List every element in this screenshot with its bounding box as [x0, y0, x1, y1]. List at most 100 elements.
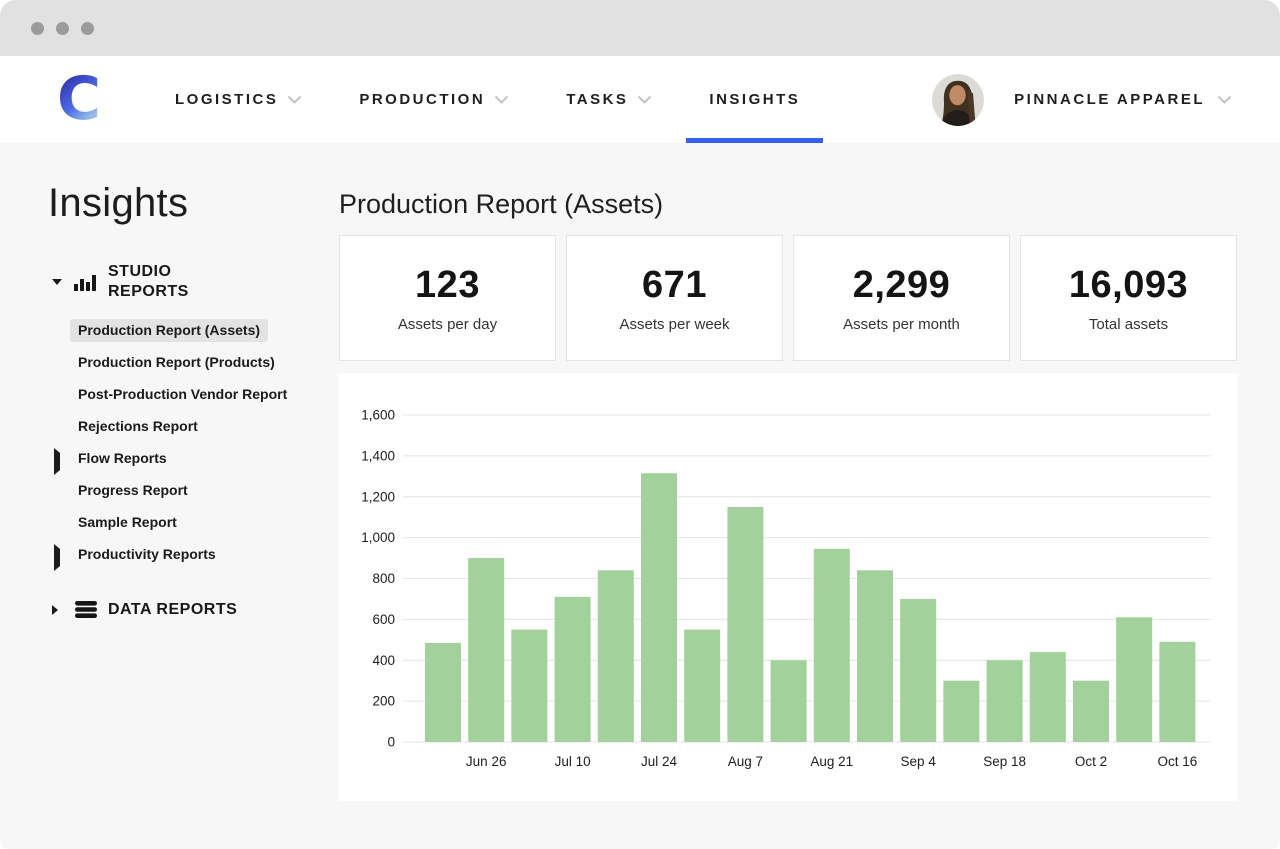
- bar[interactable]: [857, 570, 893, 742]
- nav-tab-insights[interactable]: INSIGHTS: [709, 56, 800, 143]
- avatar[interactable]: [932, 74, 984, 126]
- avatar-face: [949, 85, 965, 105]
- nav-tab-production[interactable]: PRODUCTION: [359, 56, 509, 143]
- chevron-down-icon: [287, 91, 302, 108]
- bar[interactable]: [468, 558, 504, 742]
- sidebar-item-productivity-reports[interactable]: Productivity Reports: [78, 546, 216, 563]
- window-control-close-icon[interactable]: [31, 22, 44, 35]
- x-axis-tick-label: Sep 4: [901, 754, 937, 769]
- y-axis-tick-label: 200: [372, 694, 395, 709]
- stat-card-assets-per-day: 123Assets per day: [339, 235, 556, 361]
- bar[interactable]: [684, 630, 720, 742]
- main-panel: Production Report (Assets) 123Assets per…: [339, 143, 1280, 849]
- bar[interactable]: [1159, 642, 1195, 742]
- x-axis-tick-label: Jul 10: [555, 754, 591, 769]
- window-control-minimize-icon[interactable]: [56, 22, 69, 35]
- stat-value: 671: [642, 264, 707, 307]
- stat-card-total-assets: 16,093 Total assets: [1020, 235, 1237, 361]
- caret-right-icon[interactable]: [48, 605, 74, 615]
- sidebar-item-production-report-products[interactable]: Production Report (Products): [78, 354, 275, 371]
- bar[interactable]: [1116, 617, 1152, 742]
- sidebar-section-data-reports: DATA REPORTS: [48, 600, 339, 620]
- stat-label: Assets per day: [398, 316, 497, 333]
- chevron-down-icon: [494, 91, 509, 108]
- app-logo[interactable]: C: [50, 69, 108, 129]
- bar[interactable]: [641, 473, 677, 742]
- app-window: C LOGISTICS PRODUCTION TASKS INSIGHTS PINNA…: [0, 0, 1280, 849]
- chevron-down-icon: [637, 91, 652, 108]
- nav-tab-logistics[interactable]: LOGISTICS: [175, 56, 302, 143]
- sidebar-title: Insights: [48, 181, 339, 226]
- y-axis-tick-label: 400: [372, 653, 395, 668]
- y-axis-tick-label: 1,600: [361, 408, 395, 423]
- y-axis-tick-label: 1,200: [361, 489, 395, 504]
- sidebar-section-items: Production Report (Assets) Production Rep…: [48, 314, 339, 570]
- y-axis-tick-label: 0: [387, 735, 395, 750]
- bar[interactable]: [598, 570, 634, 742]
- nav-tab-label: LOGISTICS: [175, 91, 278, 108]
- sidebar-section-header[interactable]: STUDIO REPORTS: [48, 262, 339, 302]
- nav-tabs: LOGISTICS PRODUCTION TASKS INSIGHTS: [175, 56, 800, 143]
- stat-card-assets-per-month: 2,299 Assets per month: [793, 235, 1010, 361]
- sidebar-item: Production Report (Assets): [48, 314, 339, 346]
- y-axis-tick-label: 1,000: [361, 530, 395, 545]
- stat-value: 16,093: [1069, 264, 1188, 307]
- sidebar-item: Rejections Report: [48, 410, 339, 442]
- sidebar-item: Production Report (Products): [48, 346, 339, 378]
- page-title: Production Report (Assets): [339, 189, 1237, 220]
- bar[interactable]: [1073, 681, 1109, 742]
- x-axis-tick-label: Aug 21: [810, 754, 853, 769]
- y-axis-tick-label: 800: [372, 571, 395, 586]
- bar[interactable]: [987, 660, 1023, 742]
- bar[interactable]: [727, 507, 763, 742]
- bar[interactable]: [511, 630, 547, 742]
- sidebar-section-header[interactable]: DATA REPORTS: [48, 600, 339, 620]
- sidebar-item: Sample Report: [48, 506, 339, 538]
- top-navbar: C LOGISTICS PRODUCTION TASKS INSIGHTS PINNA…: [0, 56, 1280, 143]
- sidebar-item: Post-Production Vendor Report: [48, 378, 339, 410]
- bar[interactable]: [425, 643, 461, 742]
- nav-tab-label: INSIGHTS: [709, 91, 800, 108]
- account-name[interactable]: PINNACLE APPAREL: [1014, 91, 1205, 108]
- account-menu[interactable]: PINNACLE APPAREL: [932, 56, 1232, 143]
- sidebar-item: Flow Reports: [48, 442, 339, 474]
- caret-right-icon[interactable]: [54, 549, 60, 567]
- sidebar-item-flow-reports[interactable]: Flow Reports: [78, 450, 167, 467]
- sidebar-item-post-production-vendor-report[interactable]: Post-Production Vendor Report: [78, 386, 287, 403]
- stat-label: Assets per month: [843, 316, 960, 333]
- bar[interactable]: [1030, 652, 1066, 742]
- sidebar-section-label: STUDIO REPORTS: [108, 262, 238, 302]
- bar-chart-icon: [74, 272, 108, 292]
- sidebar-item-rejections-report[interactable]: Rejections Report: [78, 418, 198, 435]
- stat-label: Assets per week: [619, 316, 729, 333]
- page-content: Insights STUDIO REPORTS Production Report…: [0, 143, 1280, 849]
- assets-bar-chart: 02004006008001,0001,2001,4001,600Jun 26J…: [339, 373, 1237, 801]
- sidebar-item-sample-report[interactable]: Sample Report: [78, 514, 177, 531]
- chart-panel: 02004006008001,0001,2001,4001,600Jun 26J…: [339, 373, 1237, 801]
- window-control-maximize-icon[interactable]: [81, 22, 94, 35]
- bar[interactable]: [771, 660, 807, 742]
- chevron-down-icon: [1217, 91, 1232, 109]
- caret-down-icon[interactable]: [48, 279, 74, 285]
- bar[interactable]: [900, 599, 936, 742]
- x-axis-tick-label: Aug 7: [728, 754, 763, 769]
- sidebar-sections: STUDIO REPORTS Production Report (Assets)…: [48, 262, 339, 620]
- x-axis-tick-label: Oct 2: [1075, 754, 1107, 769]
- sidebar-item-production-report-assets[interactable]: Production Report (Assets): [70, 319, 268, 342]
- sidebar-item-progress-report[interactable]: Progress Report: [78, 482, 188, 499]
- sidebar-item: Productivity Reports: [48, 538, 339, 570]
- sidebar-item: Progress Report: [48, 474, 339, 506]
- bar[interactable]: [814, 549, 850, 742]
- stat-value: 2,299: [853, 264, 951, 307]
- sidebar-section-label: DATA REPORTS: [108, 600, 237, 620]
- caret-right-icon[interactable]: [54, 453, 60, 471]
- bar[interactable]: [943, 681, 979, 742]
- stat-cards: 123Assets per day 671 Assets per week 2,299…: [339, 235, 1237, 361]
- nav-tab-label: TASKS: [566, 91, 628, 108]
- database-icon: [74, 600, 108, 620]
- sidebar: Insights STUDIO REPORTS Production Report…: [0, 143, 339, 849]
- nav-tab-tasks[interactable]: TASKS: [566, 56, 652, 143]
- bar[interactable]: [555, 597, 591, 742]
- stat-label: Total assets: [1089, 316, 1168, 333]
- sidebar-section-studio-reports: STUDIO REPORTS Production Report (Assets)…: [48, 262, 339, 570]
